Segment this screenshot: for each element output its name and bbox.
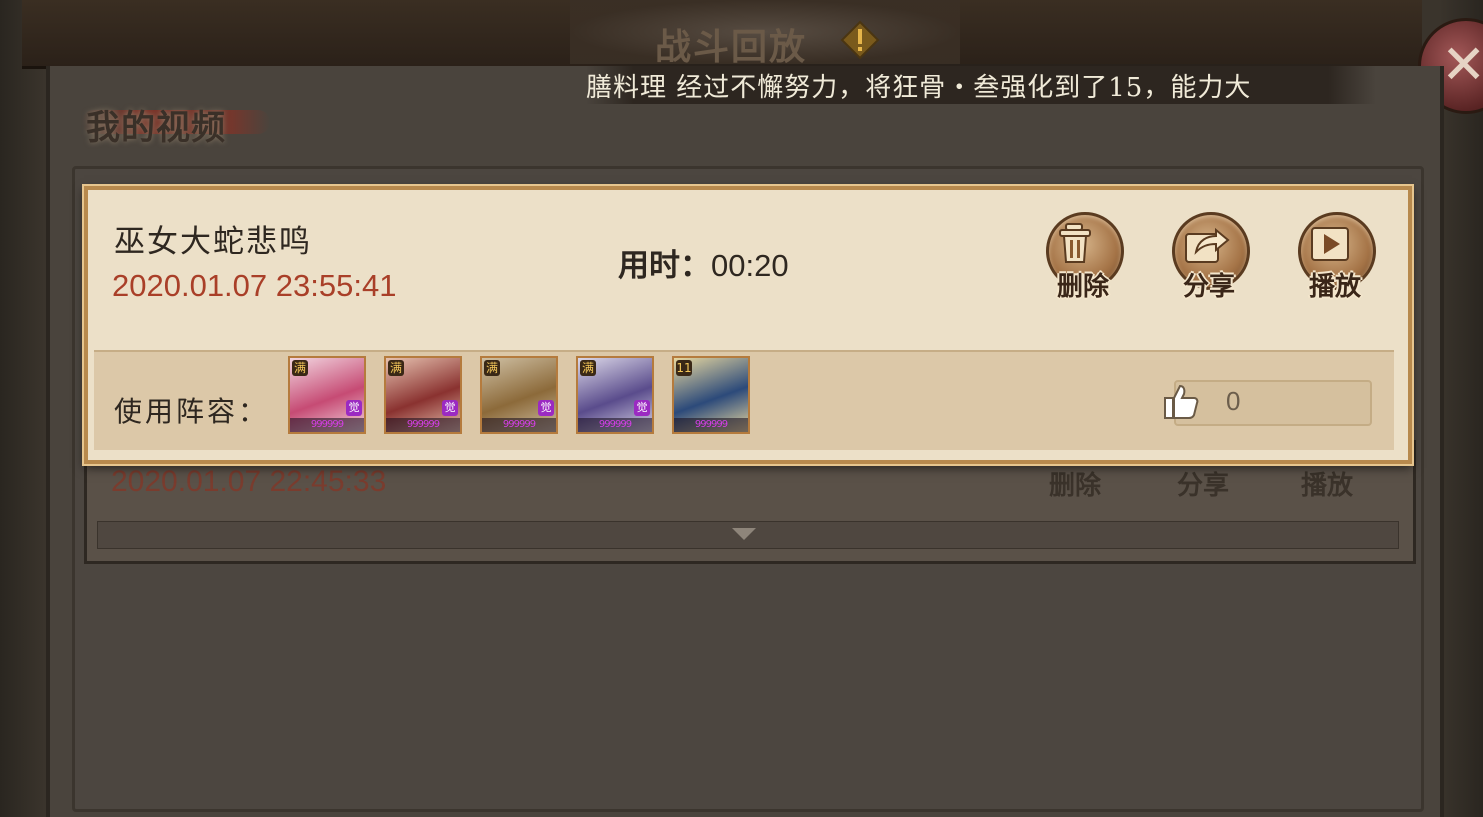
shikigami-portrait[interactable]: 满觉 999999 [288, 356, 366, 434]
battle-replay-screen: 战斗回放 ✕ 膳料理 经过不懈努力，将狂骨・叁强化到了15，能力大 我的视频 2… [0, 0, 1483, 817]
ticker-text: 膳料理 经过不懈努力，将狂骨・叁强化到了15，能力大 [586, 73, 1252, 103]
star-rating: 999999 [578, 418, 652, 432]
play-button[interactable]: 播放 [1301, 465, 1353, 502]
tab-my-videos[interactable]: 我的视频 [86, 100, 226, 149]
thumbs-up-icon[interactable] [1162, 382, 1202, 420]
level-badge: 满 [580, 360, 596, 376]
video-name: 巫女大蛇悲鸣 [114, 224, 312, 260]
play-icon [1311, 227, 1349, 261]
chevron-down-icon[interactable] [732, 528, 756, 540]
level-badge: 满 [484, 360, 500, 376]
share-label: 分享 [1182, 272, 1235, 302]
announcement-ticker: 膳料理 经过不懈努力，将狂骨・叁强化到了15，能力大 [586, 64, 1376, 104]
close-icon: ✕ [1441, 33, 1483, 96]
like-counter [1174, 380, 1372, 426]
play-button[interactable]: 播放 [1292, 212, 1378, 304]
page-title: 战斗回放 [655, 26, 808, 68]
video-item-1[interactable]: 巫女大蛇悲鸣 2020.01.07 23:55:41 用时：00:20 删除 分… [84, 186, 1412, 464]
shikigami-portrait[interactable]: 满觉 999999 [480, 356, 558, 434]
trash-icon [1059, 223, 1091, 263]
share-button[interactable]: 分享 [1166, 212, 1252, 304]
level-badge: 11 [676, 360, 692, 376]
star-rating: 999999 [290, 418, 364, 432]
level-badge: 满 [388, 360, 404, 376]
lineup-bar: 使用阵容： 满觉 999999 满觉 999999 满觉 999999 满觉 999999 11… [94, 350, 1394, 450]
video-date: 2020.01.07 22:45:33 [111, 465, 387, 498]
delete-button[interactable]: 删除 [1040, 212, 1126, 304]
awakened-badge: 觉 [442, 400, 458, 416]
share-icon [1185, 227, 1230, 263]
shikigami-portrait[interactable]: 满觉 999999 [384, 356, 462, 434]
star-rating: 999999 [674, 418, 748, 432]
star-rating: 999999 [482, 418, 556, 432]
awakened-badge: 觉 [346, 400, 362, 416]
video-date: 2020.01.07 23:55:41 [112, 268, 397, 303]
shikigami-portrait[interactable]: 满觉 999999 [576, 356, 654, 434]
video-duration: 用时：00:20 [618, 240, 789, 285]
exclamation-diamond-icon[interactable] [840, 20, 880, 60]
play-label: 播放 [1308, 272, 1361, 302]
shikigami-portrait[interactable]: 11 999999 [672, 356, 750, 434]
awakened-badge: 觉 [634, 400, 650, 416]
awakened-badge: 觉 [538, 400, 554, 416]
delete-label: 删除 [1056, 272, 1109, 302]
lineup-label: 使用阵容： [114, 395, 270, 428]
duration-label: 用时： [618, 248, 711, 284]
like-count: 0 [1226, 386, 1241, 416]
level-badge: 满 [292, 360, 308, 376]
star-rating: 999999 [386, 418, 460, 432]
share-button[interactable]: 分享 [1177, 465, 1229, 502]
delete-button[interactable]: 删除 [1049, 465, 1101, 502]
duration-value: 00:20 [711, 248, 789, 283]
